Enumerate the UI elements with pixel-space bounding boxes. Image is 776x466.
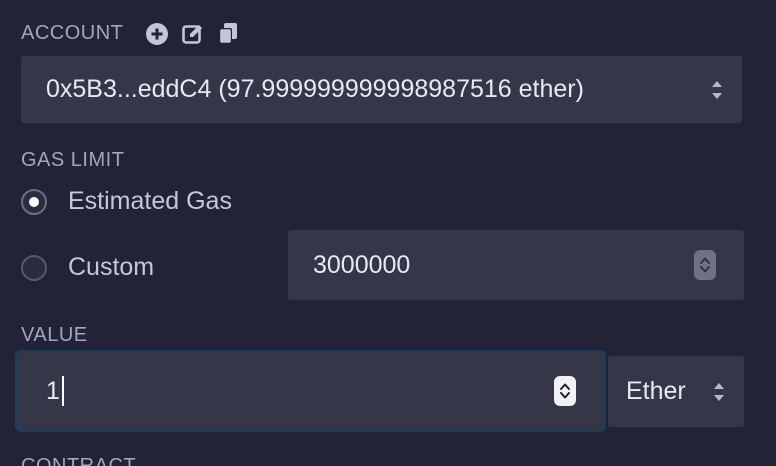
value-unit-label: Ether bbox=[626, 377, 686, 405]
gas-limit-value: 3000000 bbox=[313, 250, 411, 279]
value-input[interactable]: 1 bbox=[15, 350, 606, 432]
deploy-run-panel: ACCOUNT 0x5B3...eddC4 (97.99999999999898… bbox=[0, 0, 776, 466]
text-caret bbox=[61, 376, 64, 406]
stepper-arrows-icon bbox=[560, 383, 570, 399]
account-select[interactable]: 0x5B3...eddC4 (97.999999999998987516 eth… bbox=[21, 56, 742, 123]
stepper-arrows-icon bbox=[700, 257, 710, 273]
account-actions bbox=[145, 21, 239, 47]
select-arrows-icon bbox=[712, 80, 722, 99]
plus-circle-icon[interactable] bbox=[145, 22, 169, 46]
account-select-value: 0x5B3...eddC4 (97.999999999998987516 eth… bbox=[46, 75, 584, 103]
copy-icon[interactable] bbox=[217, 22, 239, 46]
gas-limit-stepper[interactable] bbox=[694, 250, 716, 280]
estimated-gas-option[interactable]: Estimated Gas bbox=[21, 187, 232, 216]
edit-icon[interactable] bbox=[181, 22, 205, 46]
contract-label: CONTRACT bbox=[21, 455, 137, 466]
value-label: VALUE bbox=[21, 324, 88, 346]
value-amount: 1 bbox=[46, 376, 60, 405]
value-unit-select[interactable]: Ether bbox=[608, 356, 744, 427]
custom-gas-option[interactable]: Custom bbox=[21, 253, 154, 282]
account-label: ACCOUNT bbox=[21, 22, 124, 44]
estimated-gas-radio[interactable] bbox=[21, 188, 47, 215]
gas-limit-label: GAS LIMIT bbox=[21, 149, 125, 171]
custom-gas-label: Custom bbox=[68, 253, 155, 281]
value-stepper[interactable] bbox=[554, 376, 576, 406]
select-arrows-icon bbox=[714, 382, 724, 401]
custom-gas-radio[interactable] bbox=[21, 254, 47, 281]
gas-limit-input[interactable]: 3000000 bbox=[288, 230, 744, 300]
estimated-gas-label: Estimated Gas bbox=[68, 187, 232, 215]
